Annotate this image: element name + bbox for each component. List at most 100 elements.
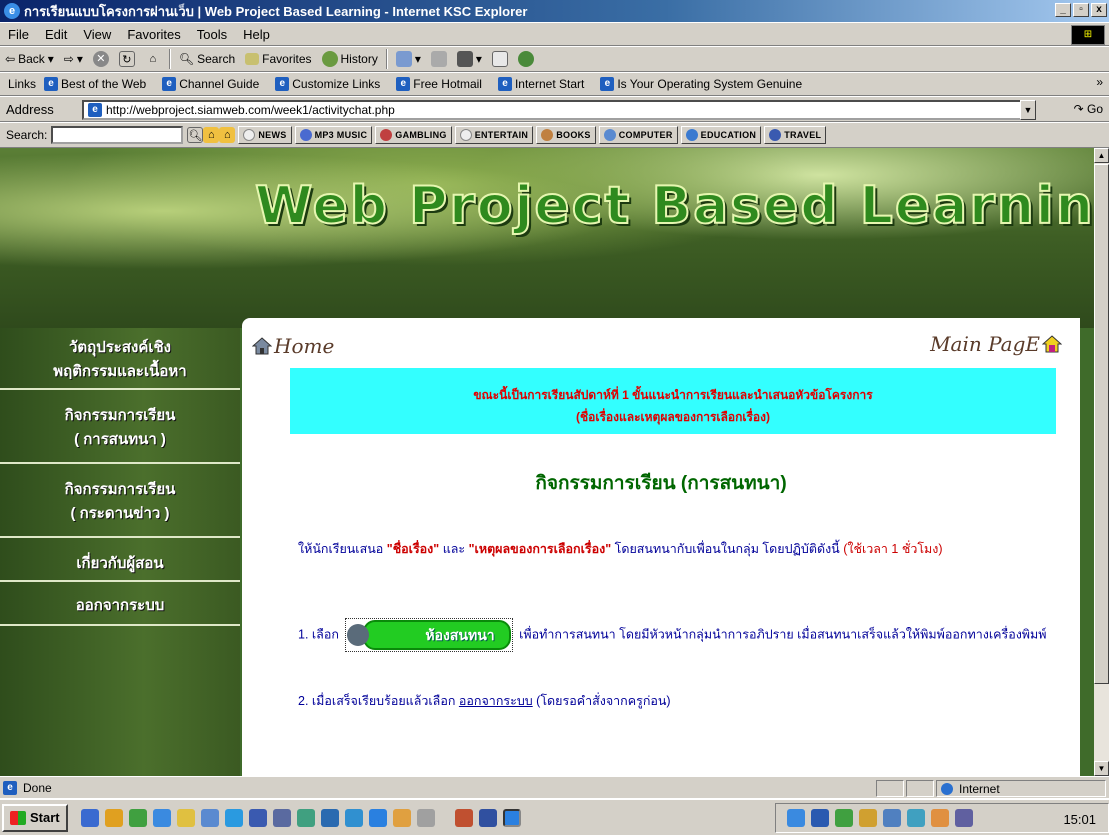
task-button-ie-icon[interactable] <box>502 808 521 827</box>
favorites-button[interactable]: Favorites <box>240 52 316 66</box>
menu-favorites[interactable]: Favorites <box>119 27 188 42</box>
tray-icon[interactable] <box>835 809 853 827</box>
sidebar-item-activity-chat[interactable]: กิจกรรมการเรียน ( การสนทนา ) <box>0 398 240 464</box>
tray-icon[interactable] <box>787 809 805 827</box>
travel-button[interactable]: TRAVEL <box>764 126 827 144</box>
sidebar-item-objectives[interactable]: วัตถุประสงค์เชิง พฤติกรรมและเนื้อหา <box>0 330 240 390</box>
menu-file[interactable]: File <box>0 27 37 42</box>
refresh-button[interactable]: ↻ <box>114 51 140 67</box>
sidebar-item-logout[interactable]: ออกจากระบบ <box>0 590 240 626</box>
favorites-label: Favorites <box>262 52 312 66</box>
favorites-icon <box>245 53 260 65</box>
tray-icon[interactable] <box>931 809 949 827</box>
windows-logo-icon: ⊞ <box>1071 25 1105 45</box>
search-button[interactable]: 🔍︎ Search <box>174 52 240 66</box>
menu-edit[interactable]: Edit <box>37 27 75 42</box>
mail-button[interactable]: ▾ <box>391 51 426 67</box>
menu-tools[interactable]: Tools <box>189 27 235 42</box>
quick-launch-icon[interactable] <box>200 808 219 827</box>
chat-room-label: ห้องสนทนา <box>363 620 511 650</box>
close-button[interactable]: x <box>1091 3 1107 17</box>
link-label: Customize Links <box>292 77 381 91</box>
quick-launch-icon[interactable] <box>224 808 243 827</box>
entertain-button[interactable]: ENTERTAIN <box>454 126 534 144</box>
vertical-scrollbar[interactable]: ▲ ▼ <box>1094 148 1109 776</box>
quick-launch-icon[interactable] <box>296 808 315 827</box>
scroll-down-button[interactable]: ▼ <box>1094 761 1109 776</box>
quick-launch-icon[interactable] <box>104 808 123 827</box>
link-best-of-the-web[interactable]: e Best of the Web <box>44 77 146 91</box>
sidebar-item-about-teacher[interactable]: เกี่ยวกับผู้สอน <box>0 546 240 582</box>
link-internet-start[interactable]: e Internet Start <box>497 77 584 91</box>
tray-icon[interactable] <box>883 809 901 827</box>
maximize-button[interactable]: ▫ <box>1073 3 1089 17</box>
quick-launch-icon[interactable] <box>248 808 267 827</box>
link-channel-guide[interactable]: e Channel Guide <box>162 77 259 91</box>
ie-link-icon: e <box>162 77 177 91</box>
quick-launch-icon[interactable] <box>272 808 291 827</box>
address-dropdown-button[interactable]: ▼ <box>1020 100 1036 120</box>
quick-launch-icon[interactable] <box>80 808 99 827</box>
menu-help[interactable]: Help <box>235 27 278 42</box>
home-link[interactable]: Home <box>252 334 334 358</box>
quick-launch-icon[interactable] <box>128 808 147 827</box>
minimize-button[interactable]: _ <box>1055 3 1071 17</box>
task-button-icon[interactable] <box>478 808 497 827</box>
quick-launch-icon[interactable] <box>152 808 171 827</box>
news-button[interactable]: NEWS <box>238 126 292 144</box>
logout-link[interactable]: ออกจากระบบ <box>459 694 533 708</box>
link-label: Best of the Web <box>61 77 147 91</box>
task-button-icon[interactable] <box>454 808 473 827</box>
links-overflow-button[interactable]: » <box>1096 75 1103 89</box>
go-button[interactable]: ↷ Go <box>1074 102 1103 116</box>
back-arrow-icon: ⇦ <box>5 52 16 66</box>
quick-launch-icon[interactable] <box>344 808 363 827</box>
search-input[interactable] <box>51 126 184 144</box>
scroll-thumb[interactable] <box>1094 164 1109 684</box>
edit-icon <box>456 51 473 67</box>
address-input[interactable]: e http://webproject.siamweb.com/week1/ac… <box>82 100 1032 120</box>
quick-launch-icon[interactable] <box>176 808 195 827</box>
stop-icon: ✕ <box>92 51 109 67</box>
link-free-hotmail[interactable]: e Free Hotmail <box>396 77 482 91</box>
back-button[interactable]: ⇦ Back ▾ <box>0 52 59 66</box>
link-genuine[interactable]: e Is Your Operating System Genuine <box>600 77 802 91</box>
windows-flag-icon <box>10 810 26 825</box>
forward-button[interactable]: ⇨ ▾ <box>59 52 88 66</box>
tray-icon[interactable] <box>859 809 877 827</box>
stop-button[interactable]: ✕ <box>88 51 114 67</box>
menu-view[interactable]: View <box>75 27 119 42</box>
link-customize-links[interactable]: e Customize Links <box>275 77 380 91</box>
sidebar-item-activity-board[interactable]: กิจกรรมการเรียน ( กระดานข่าว ) <box>0 472 240 538</box>
tray-icon[interactable] <box>811 809 829 827</box>
home-icon[interactable]: ⌂ <box>203 127 220 143</box>
start-button[interactable]: Start <box>2 803 68 832</box>
ie-icon: e <box>4 3 20 19</box>
education-button[interactable]: EDUCATION <box>680 126 762 144</box>
window-titlebar[interactable]: e การเรียนแบบโครงการผ่านเว็บ | Web Proje… <box>0 0 1109 22</box>
print-button[interactable] <box>426 51 452 67</box>
books-button[interactable]: BOOKS <box>536 126 596 144</box>
chat-room-button[interactable]: ห้องสนทนา <box>345 618 513 652</box>
entertain-icon <box>459 129 472 141</box>
house-icon <box>252 337 272 355</box>
edit-button[interactable]: ▾ <box>452 51 487 67</box>
discuss-button[interactable] <box>487 51 513 67</box>
mp3-music-button[interactable]: MP3 MUSIC <box>294 126 373 144</box>
computer-button[interactable]: COMPUTER <box>598 126 678 144</box>
window-controls: _ ▫ x <box>1055 3 1107 17</box>
quick-launch-icon[interactable] <box>416 808 435 827</box>
scroll-up-button[interactable]: ▲ <box>1094 148 1109 163</box>
quick-launch-icon[interactable] <box>368 808 387 827</box>
messenger-button[interactable] <box>513 51 539 67</box>
quick-launch-icon[interactable] <box>392 808 411 827</box>
gambling-button[interactable]: GAMBLING <box>375 126 452 144</box>
tray-icon[interactable] <box>907 809 925 827</box>
search-go-icon[interactable]: 🔍︎ <box>187 127 204 143</box>
history-button[interactable]: History <box>317 51 383 67</box>
main-page-link[interactable]: Main PagE <box>930 332 1062 356</box>
quick-launch-icon[interactable] <box>320 808 339 827</box>
tray-icon[interactable] <box>955 809 973 827</box>
home-icon[interactable]: ⌂ <box>219 127 236 143</box>
home-button[interactable]: ⌂ <box>140 51 166 67</box>
